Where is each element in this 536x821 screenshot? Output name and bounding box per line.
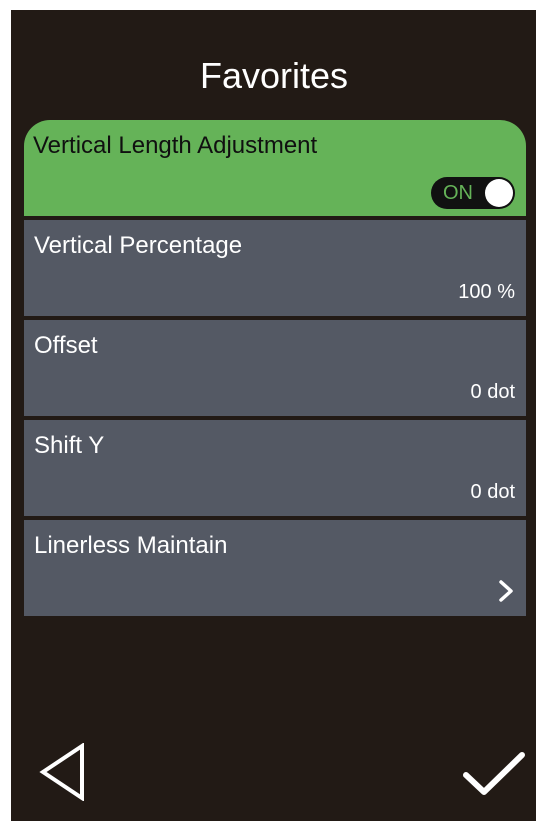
menu-item-label: Vertical Percentage [34, 232, 243, 259]
menu-item-value: 0 dot [470, 381, 515, 403]
checkmark-icon[interactable] [462, 751, 526, 797]
toggle-state-label: ON [443, 182, 473, 204]
menu-item-label: Linerless Maintain [34, 532, 228, 559]
menu-item-label: Vertical Length Adjustment [33, 132, 318, 159]
page-title: Favorites [199, 55, 349, 96]
menu-item-linerless-maintain[interactable]: Linerless Maintain [24, 520, 526, 616]
menu-item-value: 0 dot [470, 481, 515, 503]
menu-item-vertical-length-adjustment[interactable]: Vertical Length Adjustment ON [24, 120, 526, 216]
menu-item-shift-y[interactable]: Shift Y 0 dot [24, 420, 526, 516]
toggle-knob [485, 179, 513, 207]
menu-item-value: 100 % [458, 281, 515, 303]
menu-item-label: Offset [34, 332, 98, 359]
vertical-length-adjustment-toggle[interactable]: ON [431, 177, 515, 209]
menu-item-vertical-percentage[interactable]: Vertical Percentage 100 % [24, 220, 526, 316]
back-triangle-icon[interactable] [38, 743, 88, 801]
menu-item-label: Shift Y [34, 432, 105, 459]
menu-item-offset[interactable]: Offset 0 dot [24, 320, 526, 416]
device-screen: Favorites Vertical Length Adjustment ON … [11, 10, 536, 821]
chevron-right-icon [499, 580, 513, 602]
